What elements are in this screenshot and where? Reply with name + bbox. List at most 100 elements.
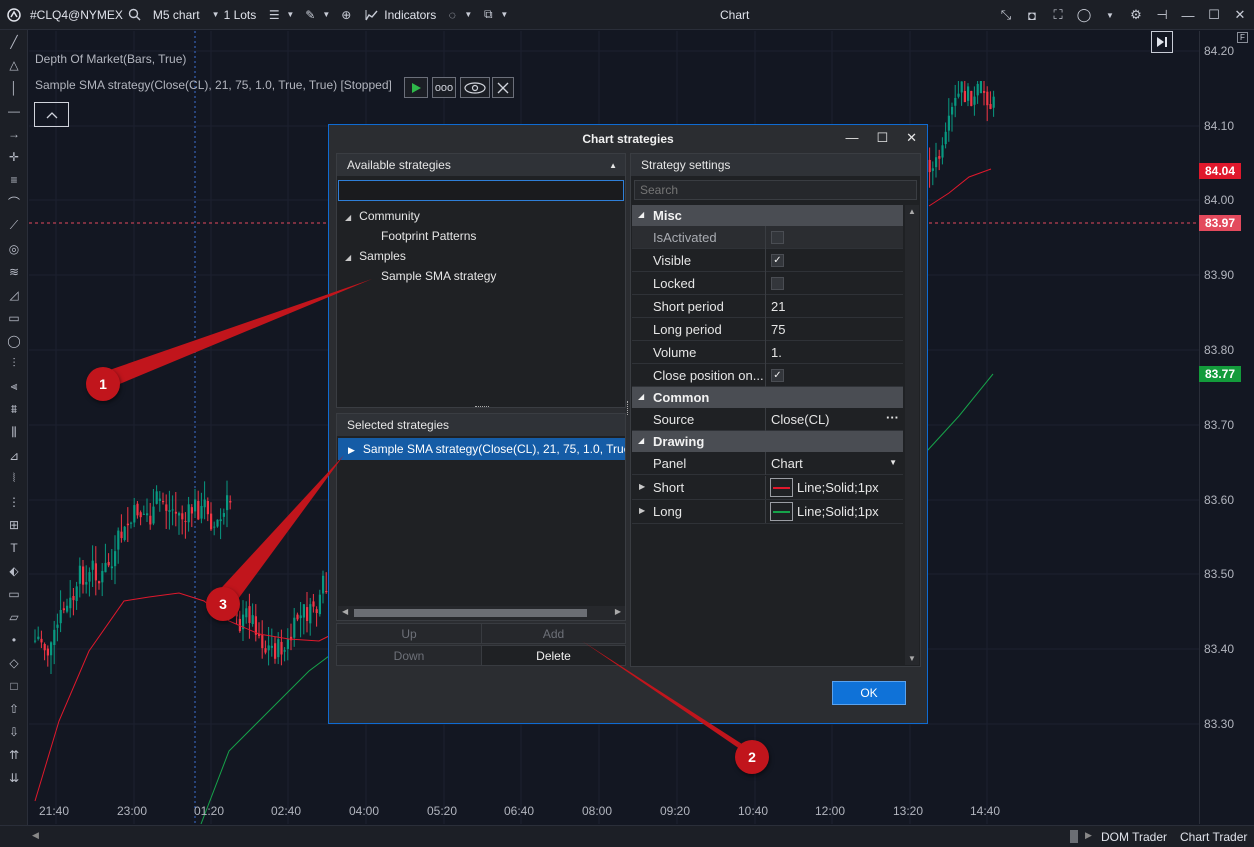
- text-icon[interactable]: T: [0, 536, 28, 559]
- more-icon[interactable]: ···: [886, 410, 899, 425]
- scrollbar-thumb[interactable]: [354, 609, 587, 617]
- callout-shape-icon[interactable]: ▭: [0, 582, 28, 605]
- ok-button[interactable]: OK: [832, 681, 906, 705]
- expand-icon[interactable]: ▶: [639, 506, 645, 515]
- chart-trader-tab[interactable]: Chart Trader: [1180, 830, 1247, 844]
- ray-tool-icon[interactable]: △: [0, 53, 28, 76]
- vertical-scrollbar[interactable]: ▲ ▼: [905, 205, 919, 665]
- indicators-button[interactable]: Indicators: [360, 0, 440, 30]
- add-button[interactable]: Add: [481, 623, 626, 644]
- zoom-in-icon[interactable]: ⊕: [338, 7, 354, 23]
- end-of-chart-button[interactable]: [1151, 31, 1173, 53]
- fib-timezones-icon[interactable]: ⫼: [0, 421, 28, 444]
- short-period-input[interactable]: 21: [771, 299, 785, 314]
- pin-icon[interactable]: ⊣: [1154, 7, 1170, 23]
- maximize-icon[interactable]: ☐: [1206, 7, 1222, 23]
- chevron-down-icon[interactable]: ▼: [1102, 7, 1118, 23]
- panel-splitter[interactable]: [627, 401, 629, 415]
- range-icon[interactable]: ⋮: [0, 490, 28, 513]
- tree-node-samples[interactable]: ◢ Samples: [345, 249, 406, 263]
- available-strategies-header[interactable]: Available strategies ▲: [337, 154, 625, 176]
- search-icon[interactable]: [127, 7, 143, 23]
- settings-search-input[interactable]: [634, 180, 917, 200]
- fib-extension-icon[interactable]: ⫷: [0, 375, 28, 398]
- price-axis[interactable]: 84.20 84.10 84.00 83.90 83.80 83.70 83.60 83.50…: [1199, 31, 1254, 824]
- category-common[interactable]: ◢ Common: [632, 387, 903, 408]
- close-icon[interactable]: ✕: [906, 130, 917, 146]
- sort-down-icon[interactable]: ⇊: [0, 766, 28, 789]
- toggle-visibility-button[interactable]: [460, 77, 490, 98]
- source-value[interactable]: Close(CL): [771, 412, 830, 427]
- vertical-line-icon[interactable]: │: [0, 76, 28, 99]
- long-line-value[interactable]: Line;Solid;1px: [797, 504, 879, 519]
- scroll-right-icon[interactable]: ▶: [1085, 830, 1092, 841]
- start-strategy-button[interactable]: [404, 77, 428, 98]
- fullscreen-icon[interactable]: ⛶: [1050, 7, 1066, 23]
- diamond-icon[interactable]: ◇: [0, 651, 28, 674]
- expand-icon[interactable]: ▶: [639, 482, 645, 491]
- collapse-up-icon[interactable]: ▲: [609, 161, 617, 170]
- tree-item-footprint-patterns[interactable]: Footprint Patterns: [381, 229, 476, 243]
- time-axis[interactable]: 21:40 23:00 01:20 02:40 04:00 05:20 06:40 08:00…: [29, 800, 1199, 824]
- ruler-icon[interactable]: ⊞: [0, 513, 28, 536]
- chevron-down-icon[interactable]: ▼: [496, 7, 512, 23]
- templates-icon[interactable]: ◌: [444, 7, 460, 23]
- pencil-icon[interactable]: ✎: [302, 7, 318, 23]
- dom-trader-tab[interactable]: DOM Trader: [1101, 830, 1167, 844]
- volume-input[interactable]: 1.: [771, 345, 782, 360]
- scroll-up-icon[interactable]: ▲: [908, 207, 916, 216]
- horizontal-scrollbar[interactable]: ◀ ▶: [338, 606, 625, 620]
- down-button[interactable]: Down: [336, 645, 482, 666]
- selected-strategy-row[interactable]: ▶ Sample SMA strategy(Close(CL), 21, 75, …: [338, 438, 625, 460]
- line-tool-icon[interactable]: ╱: [0, 30, 28, 53]
- volume-profile-icon[interactable]: ⦚: [0, 467, 28, 490]
- crosshair-icon[interactable]: ✛: [0, 145, 28, 168]
- theme-icon[interactable]: ◯: [1076, 7, 1092, 23]
- layout-icon[interactable]: ⧉: [480, 7, 496, 23]
- fib-lines-icon[interactable]: ≋: [0, 260, 28, 283]
- square-icon[interactable]: □: [0, 674, 28, 697]
- panel-toggle[interactable]: [1070, 830, 1078, 843]
- arrow-tool-icon[interactable]: →: [0, 122, 28, 145]
- long-period-input[interactable]: 75: [771, 322, 785, 337]
- ellipse-icon[interactable]: ◯: [0, 329, 28, 352]
- chevron-down-icon[interactable]: ▼: [889, 458, 897, 467]
- scroll-left-icon[interactable]: ◀: [342, 607, 348, 616]
- short-line-swatch[interactable]: [770, 478, 793, 497]
- chart-type-icon[interactable]: ☰: [266, 7, 282, 23]
- locked-checkbox[interactable]: [771, 277, 784, 290]
- delete-button[interactable]: Delete: [481, 645, 626, 666]
- lots-selector[interactable]: ▼ 1 Lots: [204, 0, 261, 30]
- chevron-down-icon[interactable]: ▼: [460, 7, 476, 23]
- chevron-down-icon[interactable]: ▼: [318, 7, 334, 23]
- strategy-settings-button[interactable]: ooo: [432, 77, 456, 98]
- scroll-down-icon[interactable]: ▼: [908, 654, 916, 663]
- pitchfork-icon[interactable]: ⟋: [0, 214, 28, 237]
- crosshair-label[interactable]: F: [1237, 32, 1248, 43]
- visible-checkbox[interactable]: ✓: [771, 254, 784, 267]
- camera-icon[interactable]: ◘: [1024, 7, 1040, 23]
- collapse-icon[interactable]: ⤡: [998, 7, 1014, 23]
- arrow-up-icon[interactable]: ⇧: [0, 697, 28, 720]
- triangle-icon[interactable]: ◿: [0, 283, 28, 306]
- close-icon[interactable]: ✕: [1232, 7, 1248, 23]
- price-label-icon[interactable]: ⬖: [0, 559, 28, 582]
- fib-fan-icon[interactable]: ⩩: [0, 398, 28, 421]
- parallel-channel-icon[interactable]: ≡: [0, 168, 28, 191]
- timeframe-selector[interactable]: M5 chart: [149, 0, 204, 30]
- short-line-value[interactable]: Line;Solid;1px: [797, 480, 879, 495]
- spiral-icon[interactable]: ◎: [0, 237, 28, 260]
- category-misc[interactable]: ◢ Misc: [632, 205, 903, 226]
- fib-retracement-icon[interactable]: ⫶: [0, 352, 28, 375]
- horizontal-line-icon[interactable]: —: [0, 99, 28, 122]
- strategy-search-input[interactable]: [338, 180, 624, 201]
- note-icon[interactable]: ▱: [0, 605, 28, 628]
- minimize-icon[interactable]: —: [1180, 7, 1196, 23]
- remove-strategy-button[interactable]: [492, 77, 514, 98]
- dot-icon[interactable]: •: [0, 628, 28, 651]
- arrow-down-icon[interactable]: ⇩: [0, 720, 28, 743]
- collapse-legend-button[interactable]: [34, 102, 69, 127]
- chevron-down-icon[interactable]: ▼: [282, 7, 298, 23]
- close-position-checkbox[interactable]: ✓: [771, 369, 784, 382]
- category-drawing[interactable]: ◢ Drawing: [632, 431, 903, 452]
